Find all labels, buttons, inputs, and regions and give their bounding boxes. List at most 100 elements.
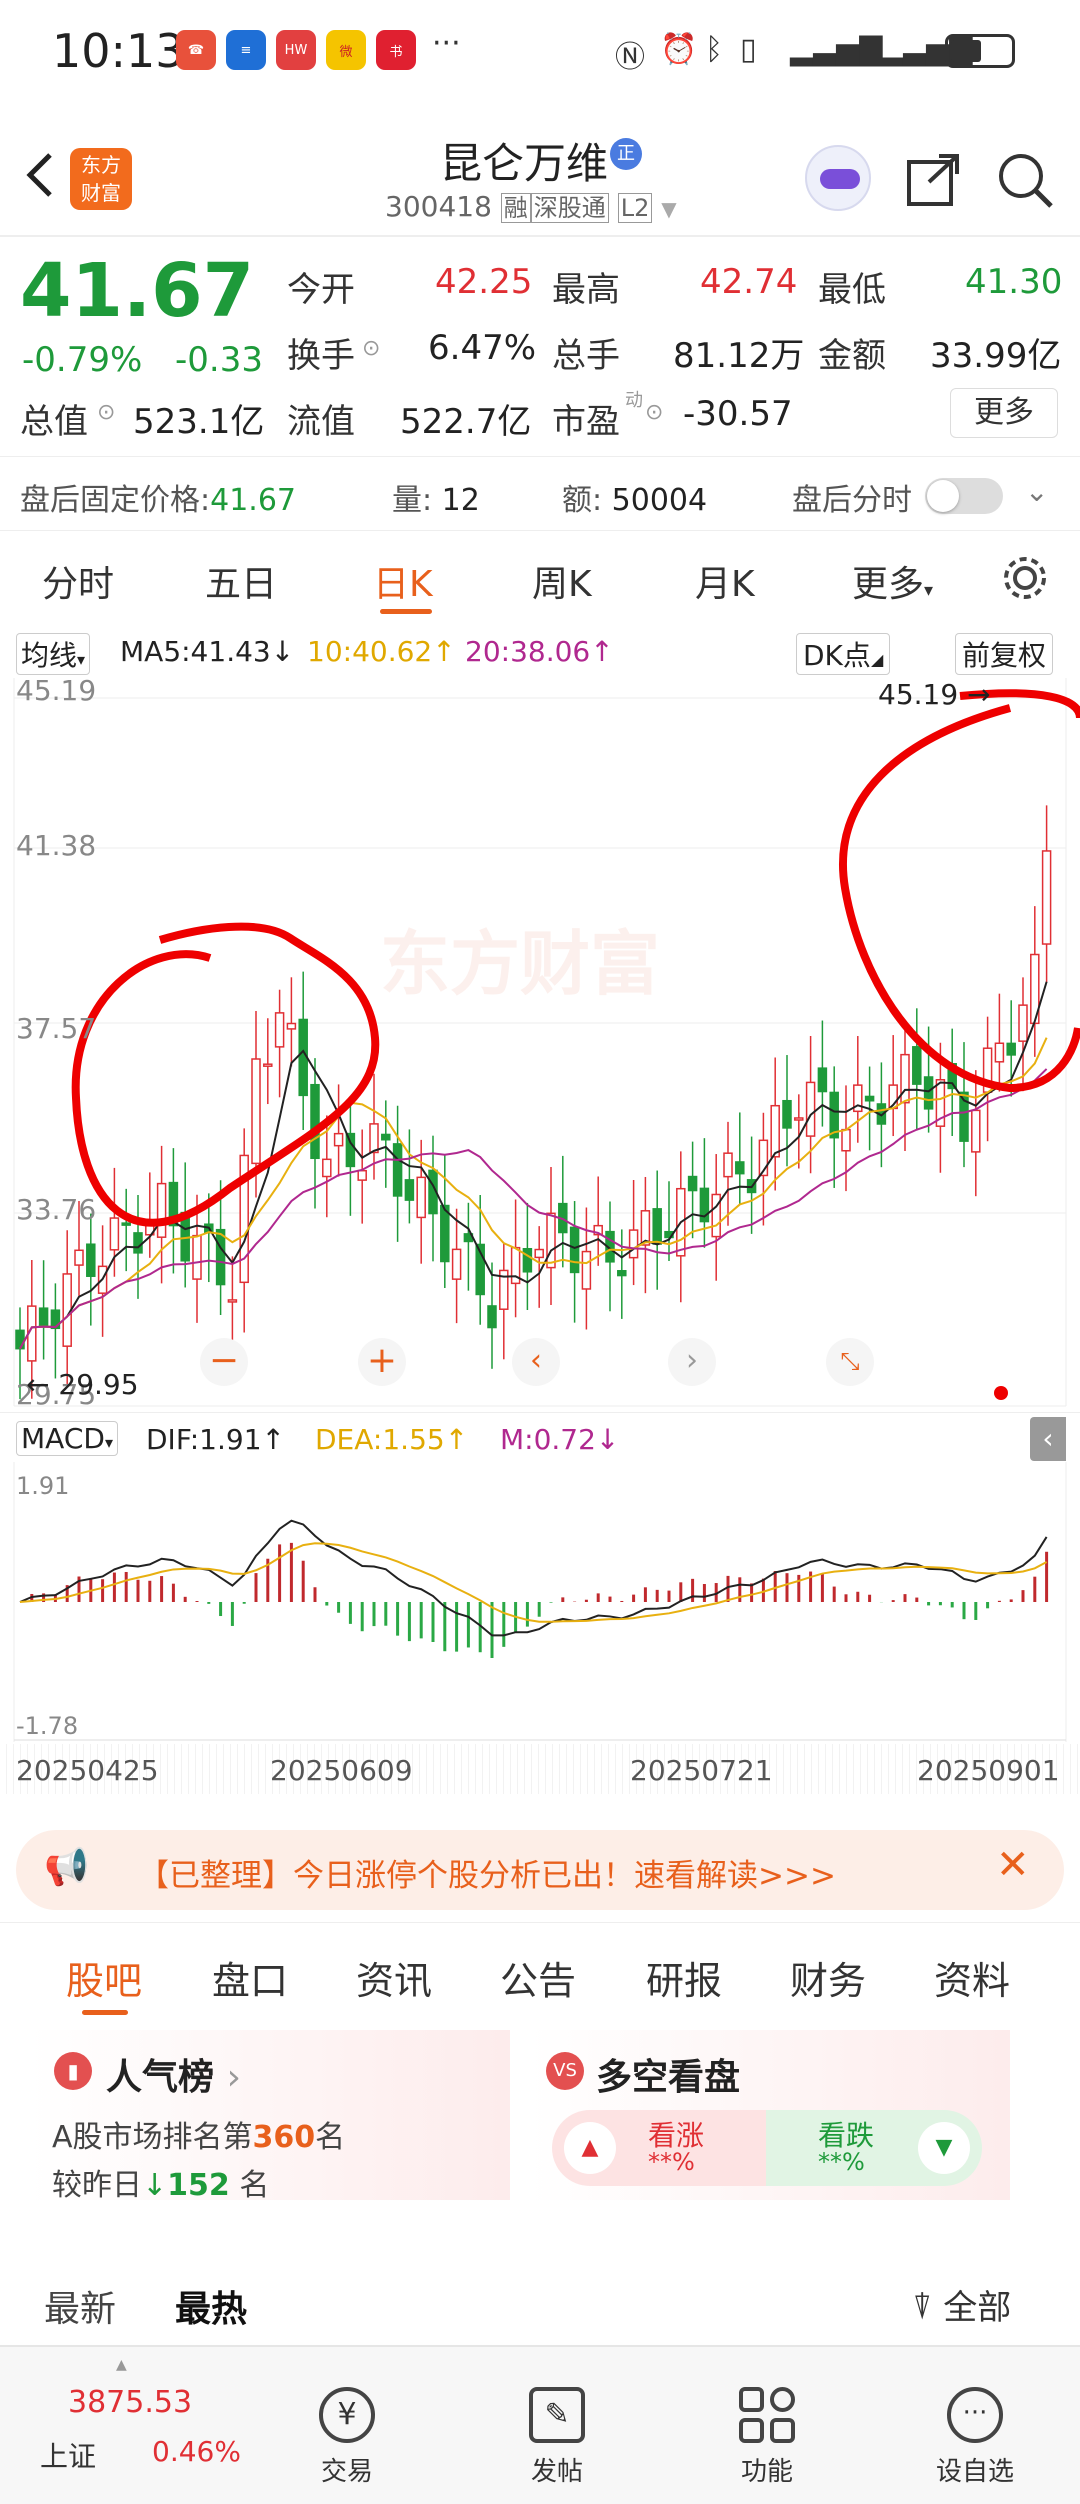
close-icon[interactable]: ✕ (996, 1842, 1030, 1888)
share-icon[interactable] (905, 152, 961, 212)
afterhours-row: 盘后固定价格:41.67 (20, 475, 1080, 519)
high-label: 最高 (552, 270, 620, 310)
adjust-button[interactable]: 前复权 (955, 633, 1054, 675)
low-label: 最低 (818, 270, 886, 310)
filter-icon: ⍒ (912, 2288, 933, 2328)
volume-value: 81.12万 (673, 336, 805, 376)
tab-more[interactable]: 更多▾ (852, 555, 933, 607)
candle-body (912, 1046, 922, 1085)
candle-body (805, 1081, 816, 1137)
index-up-icon: ▲ (116, 2357, 127, 2373)
index-ticker[interactable]: ▲ 3875.53 上证 0.46% (30, 2357, 250, 2487)
back-icon[interactable] (20, 150, 60, 200)
tab-news[interactable]: 资讯 (356, 1950, 432, 2005)
dropdown-icon[interactable]: ▼ (661, 197, 676, 221)
eastmoney-logo[interactable]: 东方 财富 (70, 148, 132, 210)
zoom-out-button[interactable]: − (200, 1338, 248, 1386)
up-arrow-icon: ▲ (564, 2122, 616, 2174)
candle-body (322, 1158, 332, 1178)
search-icon[interactable] (995, 150, 1055, 214)
tab-weekly[interactable]: 周K (532, 555, 592, 607)
tab-research[interactable]: 研报 (646, 1950, 722, 2005)
macd-select[interactable]: MACD▾ (16, 1421, 118, 1456)
kline-svg (13, 678, 1080, 1407)
info-icon[interactable]: ⊙ (97, 400, 115, 425)
tab-guba[interactable]: 股吧 (66, 1950, 142, 2005)
filter-all[interactable]: ⍒ 全部 (912, 2280, 1011, 2329)
low-marker: ← 29.95 (26, 1368, 139, 1401)
kline-chart[interactable]: 东方财富 45.19 41.38 37.57 33.76 29.75 45.19… (0, 674, 1080, 1411)
candle-body (310, 1083, 320, 1160)
tab-fiveday[interactable]: 五日 (205, 555, 277, 607)
tag-sgt: 深股通 (530, 193, 609, 223)
nav-post[interactable]: ✎ 发帖 (497, 2387, 617, 2488)
zoom-in-button[interactable]: + (358, 1338, 406, 1386)
candle-body (770, 1104, 780, 1158)
xiaohongshu-icon: 书 (376, 30, 416, 70)
ma20-label: 20:38.06↑ (465, 635, 614, 668)
volume-label: 总手 (552, 336, 620, 376)
scroll-left-button[interactable]: ‹ (512, 1338, 560, 1386)
bottom-nav: ▲ 3875.53 上证 0.46% ¥ 交易 ✎ 发帖 功能 ··· 设自选 (0, 2345, 1080, 2504)
bullbear-card[interactable]: VS 多空看盘 ▲ 看涨 **% 看跌 **% ▼ (530, 2030, 1010, 2200)
afterhours-price-label: 盘后固定价格: (20, 483, 211, 518)
bullbear-title: 多空看盘 (596, 2057, 741, 2098)
down-arrow-icon: ▼ (918, 2122, 970, 2174)
filter-latest[interactable]: 最新 (44, 2280, 116, 2332)
more-button[interactable]: 更多 (950, 388, 1058, 438)
nav-trade[interactable]: ¥ 交易 (287, 2387, 407, 2488)
tab-monthly[interactable]: 月K (695, 555, 755, 607)
tab-profile[interactable]: 资料 (934, 1950, 1010, 2005)
bull-button[interactable]: ▲ 看涨 **% (552, 2110, 768, 2186)
robot-assistant-icon[interactable] (805, 145, 871, 211)
info-icon[interactable]: ⊙ (645, 400, 663, 425)
tab-daily[interactable]: 日K (373, 555, 433, 607)
index-pct: 0.46% (152, 2435, 241, 2468)
candle-body (581, 1250, 592, 1290)
live-dot (994, 1386, 1008, 1400)
candle-body (251, 1058, 261, 1165)
collapse-icon[interactable]: ‹ (1030, 1417, 1066, 1461)
dk-point-button[interactable]: DK点◢ (796, 633, 891, 675)
tab-finance[interactable]: 财务 (790, 1950, 866, 2005)
tab-intraday[interactable]: 分时 (42, 555, 114, 607)
promo-banner[interactable]: 📢 【已整理】今日涨停个股分析已出！速看解读>>> ✕ (16, 1830, 1064, 1910)
afterhours-amt: 50004 (611, 483, 708, 518)
afterhours-price: 41.67 (210, 483, 296, 518)
filter-hottest[interactable]: 最热 (175, 2280, 247, 2332)
bluetooth-icon: ᛒ (705, 32, 723, 67)
pe-label: 市盈 (552, 402, 620, 442)
mktcap-value: 523.1亿 (133, 402, 265, 442)
macd-m: M:0.72↓ (500, 1423, 620, 1456)
afterhours-vol: 12 (441, 483, 480, 518)
candle-body (274, 1012, 285, 1048)
nfc-icon: Ⓝ (615, 40, 645, 75)
candle-body (404, 1179, 415, 1201)
candle-body (994, 1042, 1005, 1063)
candle-body (687, 1175, 698, 1192)
ma-select[interactable]: 均线▾ (16, 633, 91, 675)
nav-watchlist[interactable]: ··· 设自选 (915, 2387, 1035, 2488)
afterhours-switch-label: 盘后分时 (792, 483, 912, 518)
candle-body (133, 1232, 143, 1254)
more-notifications-icon: ··· (432, 26, 461, 61)
afterhours-toggle[interactable] (925, 478, 1003, 514)
bear-button[interactable]: 看跌 **% ▼ (766, 2110, 982, 2186)
app-notification-icon: ☎ (176, 30, 216, 70)
y-tick: 45.19 (16, 674, 97, 707)
tab-pankou[interactable]: 盘口 (212, 1950, 288, 2005)
chevron-down-icon[interactable]: ⌄ (1025, 475, 1048, 508)
candle-body (1041, 850, 1052, 945)
gear-icon[interactable] (1000, 553, 1050, 607)
nav-features[interactable]: 功能 (707, 2387, 827, 2488)
scroll-right-button[interactable]: › (668, 1338, 716, 1386)
popularity-card[interactable]: ▮ 人气榜 › A股市场排名第360名 较昨日↓152 名 (30, 2030, 510, 2203)
candle-body (333, 1132, 344, 1147)
pe-value: -30.57 (683, 394, 793, 434)
signal-icon: ▂▃▅▇ (790, 32, 883, 67)
period-tabs: 分时 五日 日K 周K 月K 更多▾ (0, 535, 1080, 625)
fullscreen-button[interactable]: ⤡ (826, 1338, 874, 1386)
info-icon[interactable]: ⊙ (362, 336, 380, 361)
amount-value: 33.99亿 (930, 336, 1062, 376)
tab-announce[interactable]: 公告 (500, 1950, 576, 2005)
